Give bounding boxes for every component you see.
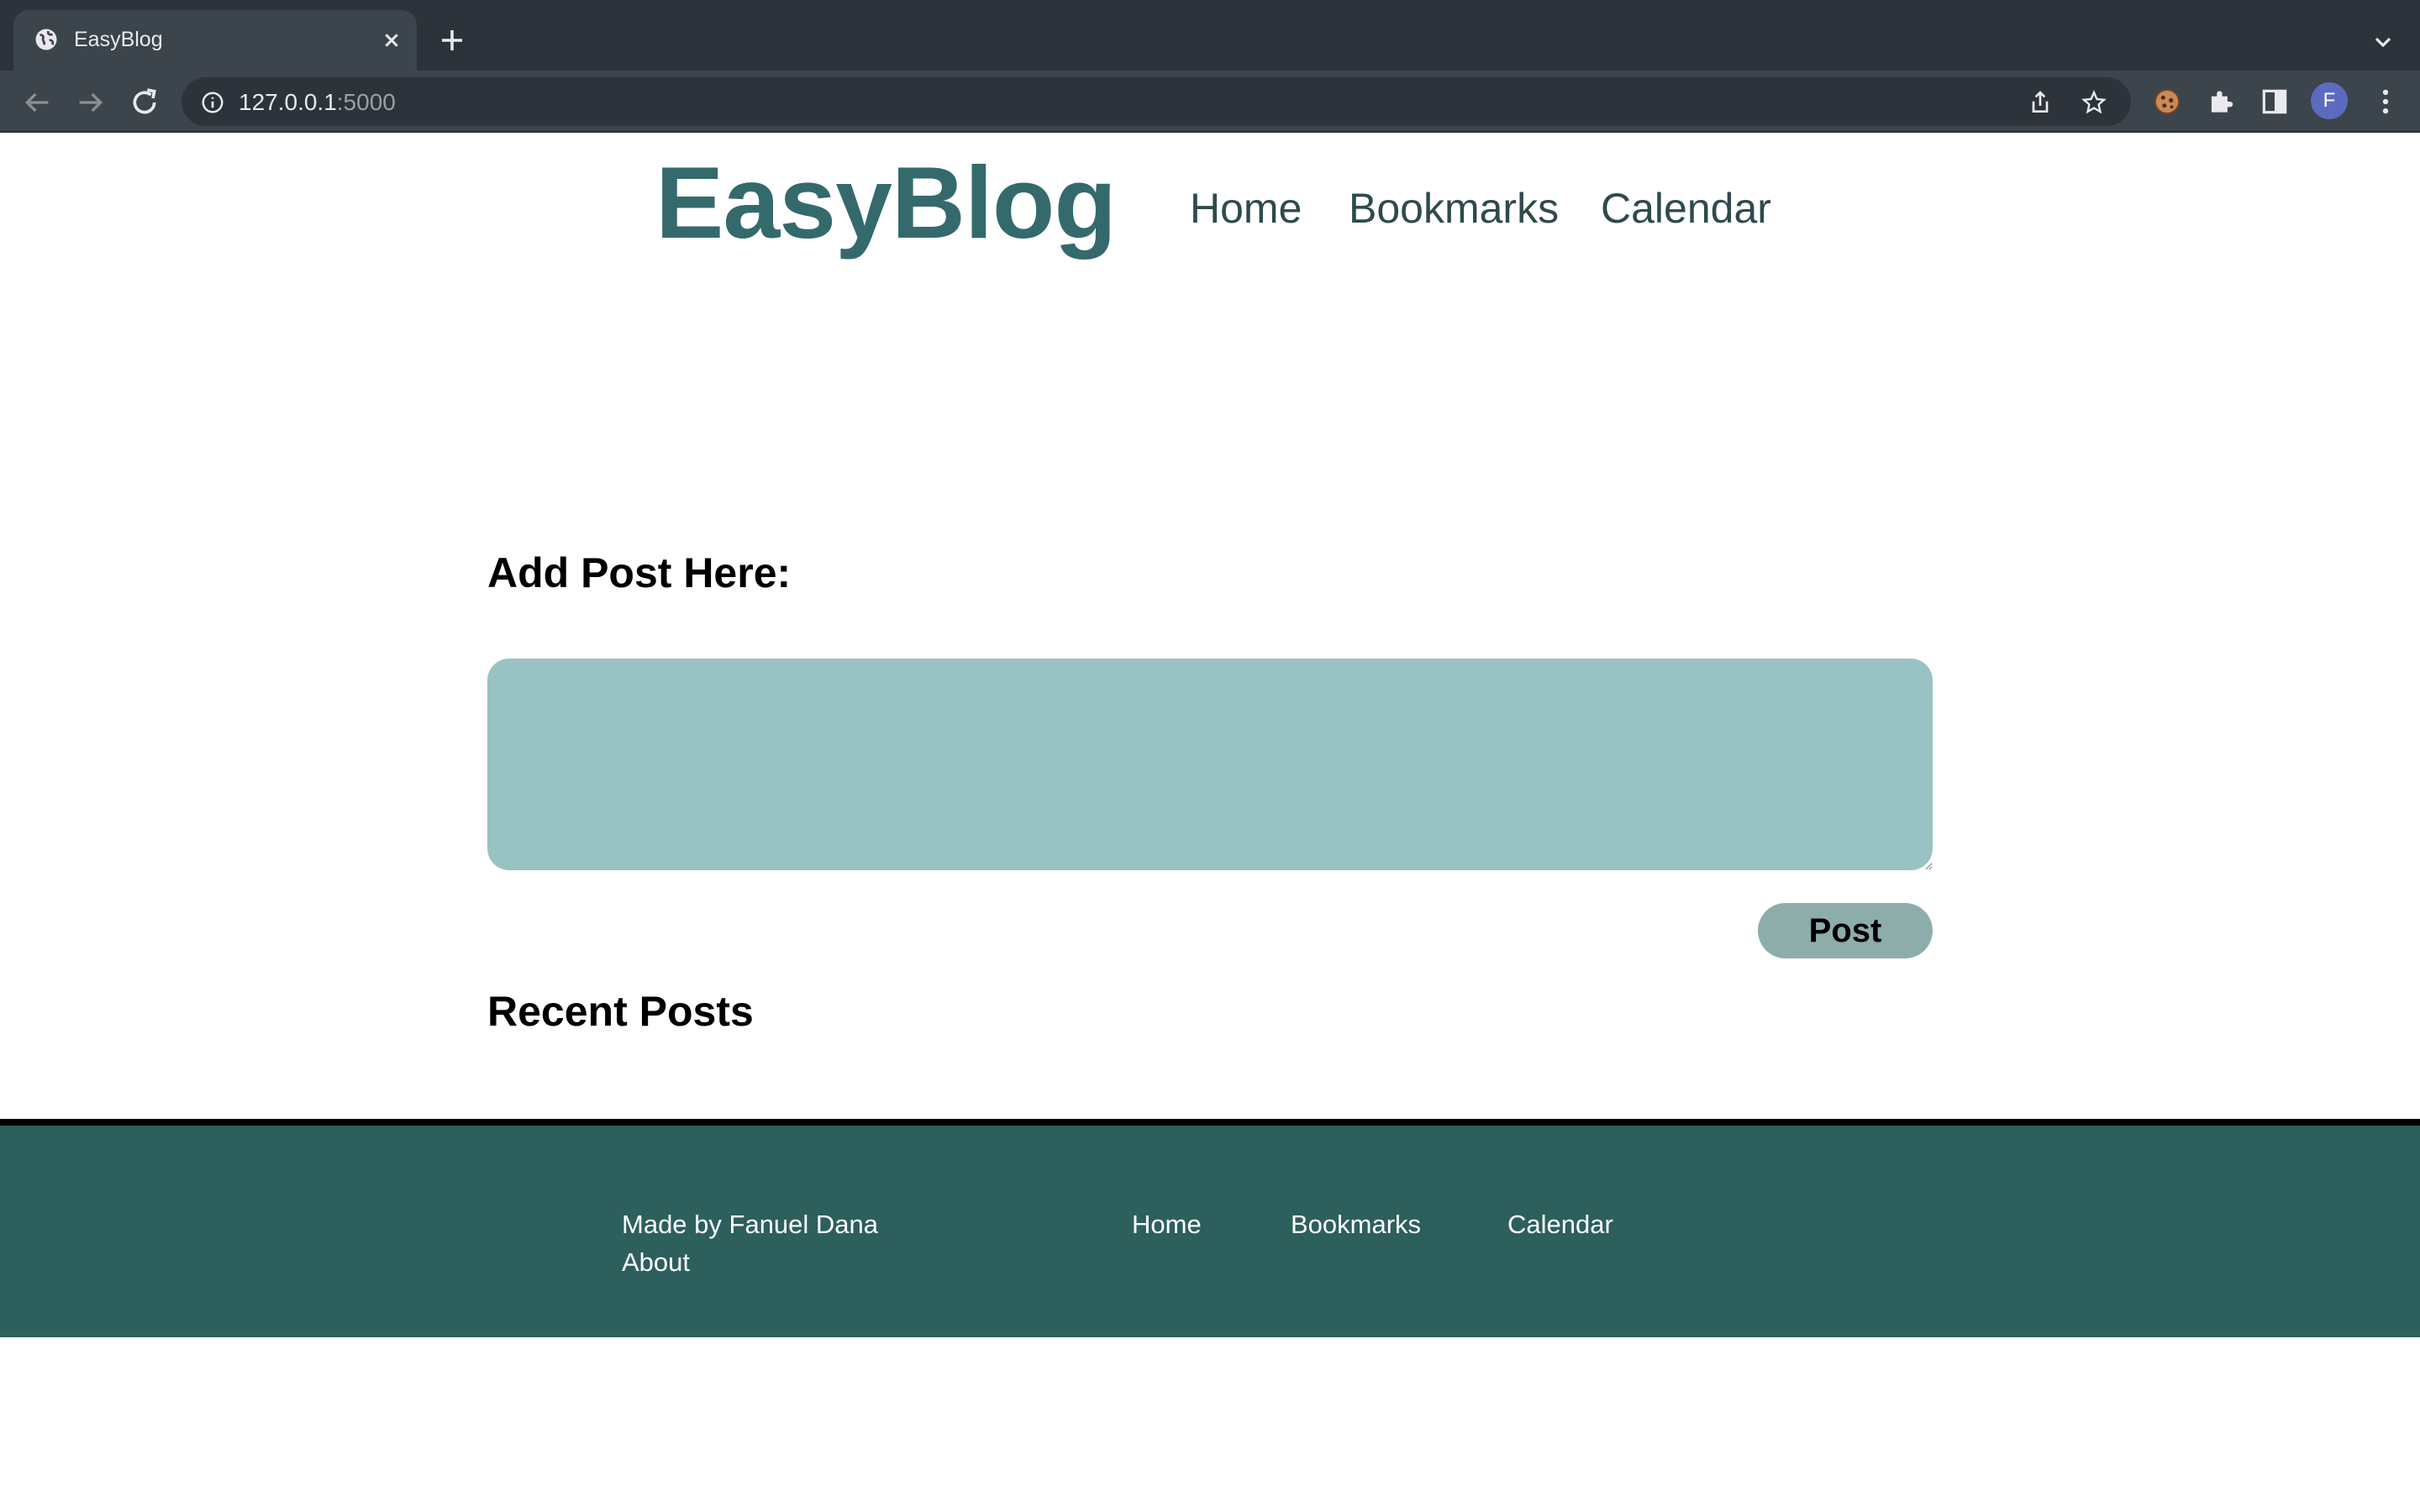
footer-link-about[interactable]: About xyxy=(622,1246,690,1279)
url-text: 127.0.0.1:5000 xyxy=(239,89,396,116)
browser-tabstrip: EasyBlog xyxy=(0,0,2420,71)
footer-link-calendar[interactable]: Calendar xyxy=(1507,1208,1613,1242)
more-options-icon[interactable] xyxy=(2370,86,2402,118)
forward-arrow-icon[interactable] xyxy=(74,86,108,119)
address-bar[interactable]: 127.0.0.1:5000 xyxy=(182,77,2131,126)
url-port: :5000 xyxy=(336,89,396,115)
add-post-heading: Add Post Here: xyxy=(487,549,792,596)
post-button[interactable]: Post xyxy=(1758,903,1933,958)
footer-link-home[interactable]: Home xyxy=(1132,1208,1202,1242)
post-textarea[interactable] xyxy=(487,659,1933,870)
recent-posts-heading: Recent Posts xyxy=(487,988,754,1035)
browser-toolbar: 127.0.0.1:5000 F xyxy=(0,71,2420,133)
profile-avatar[interactable]: F xyxy=(2311,82,2348,119)
close-icon[interactable] xyxy=(378,27,405,54)
nav-link-home[interactable]: Home xyxy=(1190,183,1302,234)
new-tab-icon[interactable] xyxy=(437,25,467,55)
share-icon[interactable] xyxy=(2027,89,2054,116)
globe-icon xyxy=(35,29,57,50)
nav-link-bookmarks[interactable]: Bookmarks xyxy=(1349,183,1559,234)
extensions-puzzle-icon[interactable] xyxy=(2205,86,2237,118)
url-host: 127.0.0.1 xyxy=(239,89,337,115)
chevron-down-icon[interactable] xyxy=(2370,29,2396,55)
nav-link-calendar[interactable]: Calendar xyxy=(1601,183,1771,234)
reload-icon[interactable] xyxy=(128,86,161,119)
cookie-icon[interactable] xyxy=(2151,86,2183,118)
tab-title: EasyBlog xyxy=(74,28,163,51)
info-icon[interactable] xyxy=(200,90,225,115)
footer-credit: Made by Fanuel Dana xyxy=(622,1210,879,1239)
side-panel-icon[interactable] xyxy=(2259,86,2291,118)
browser-tab[interactable]: EasyBlog xyxy=(13,10,417,71)
site-footer: Made by Fanuel Dana About Home Bookmarks… xyxy=(0,1126,2420,1337)
back-arrow-icon[interactable] xyxy=(20,86,54,119)
star-icon[interactable] xyxy=(2081,89,2107,116)
footer-link-bookmarks[interactable]: Bookmarks xyxy=(1291,1208,1421,1242)
footer-divider xyxy=(0,1119,2420,1126)
site-logo[interactable]: EasyBlog xyxy=(655,148,1117,257)
